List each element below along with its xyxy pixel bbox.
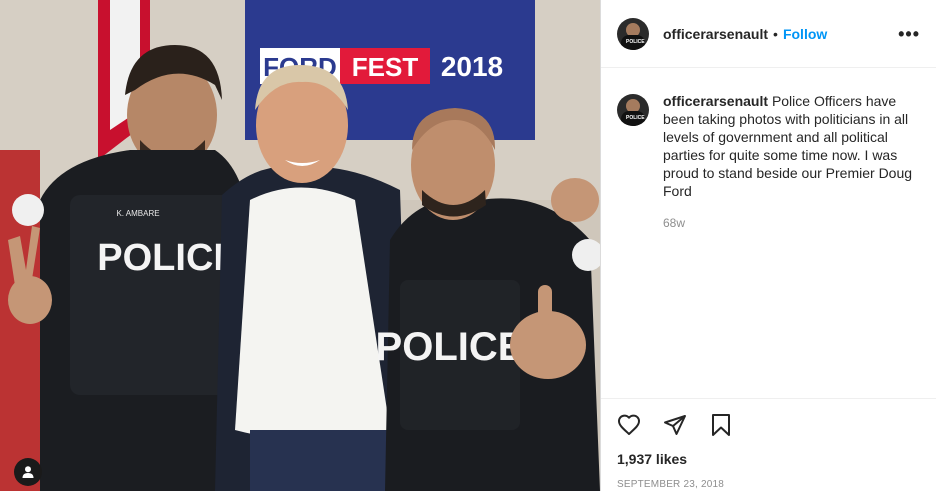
caption-text-wrapper: officerarsenault Police Officers have be… — [663, 92, 920, 232]
tagged-users-button[interactable] — [14, 458, 42, 486]
photo-illustration: FORD FEST 2018 POLICE K. AMBARE — [0, 0, 600, 491]
heart-icon[interactable] — [617, 413, 641, 437]
name-tag: K. AMBARE — [116, 209, 159, 218]
banner-year: 2018 — [441, 51, 503, 82]
share-icon[interactable] — [663, 413, 687, 437]
post-actions: 1,937 likes September 23, 2018 — [601, 398, 936, 490]
right-police-badge: POLICE — [376, 325, 525, 369]
person-icon — [22, 466, 34, 478]
post-header: POLICE officerarsenault • Follow ••• — [601, 0, 936, 68]
post-date[interactable]: September 23, 2018 — [601, 467, 936, 490]
separator-dot: • — [773, 25, 778, 42]
like-count[interactable]: 1,937 likes — [601, 437, 936, 467]
post-side-panel: POLICE officerarsenault • Follow ••• POL… — [600, 0, 936, 491]
author-username[interactable]: officerarsenault — [663, 26, 768, 42]
left-police-badge: POLICE — [97, 237, 238, 279]
bookmark-icon[interactable] — [709, 413, 733, 437]
banner-word-fest: FEST — [352, 52, 419, 82]
caption-age[interactable]: 68w — [663, 214, 920, 232]
more-options-icon[interactable]: ••• — [898, 25, 920, 43]
author-avatar[interactable]: POLICE — [617, 17, 649, 50]
caption-author-avatar[interactable]: POLICE — [617, 94, 649, 126]
post-photo[interactable]: FORD FEST 2018 POLICE K. AMBARE — [0, 0, 600, 491]
instagram-post: FORD FEST 2018 POLICE K. AMBARE — [0, 0, 936, 491]
caption-username[interactable]: officerarsenault — [663, 93, 768, 109]
caption-block: POLICE officerarsenault Police Officers … — [601, 68, 936, 232]
follow-button[interactable]: Follow — [783, 26, 827, 42]
action-icons — [601, 399, 936, 437]
